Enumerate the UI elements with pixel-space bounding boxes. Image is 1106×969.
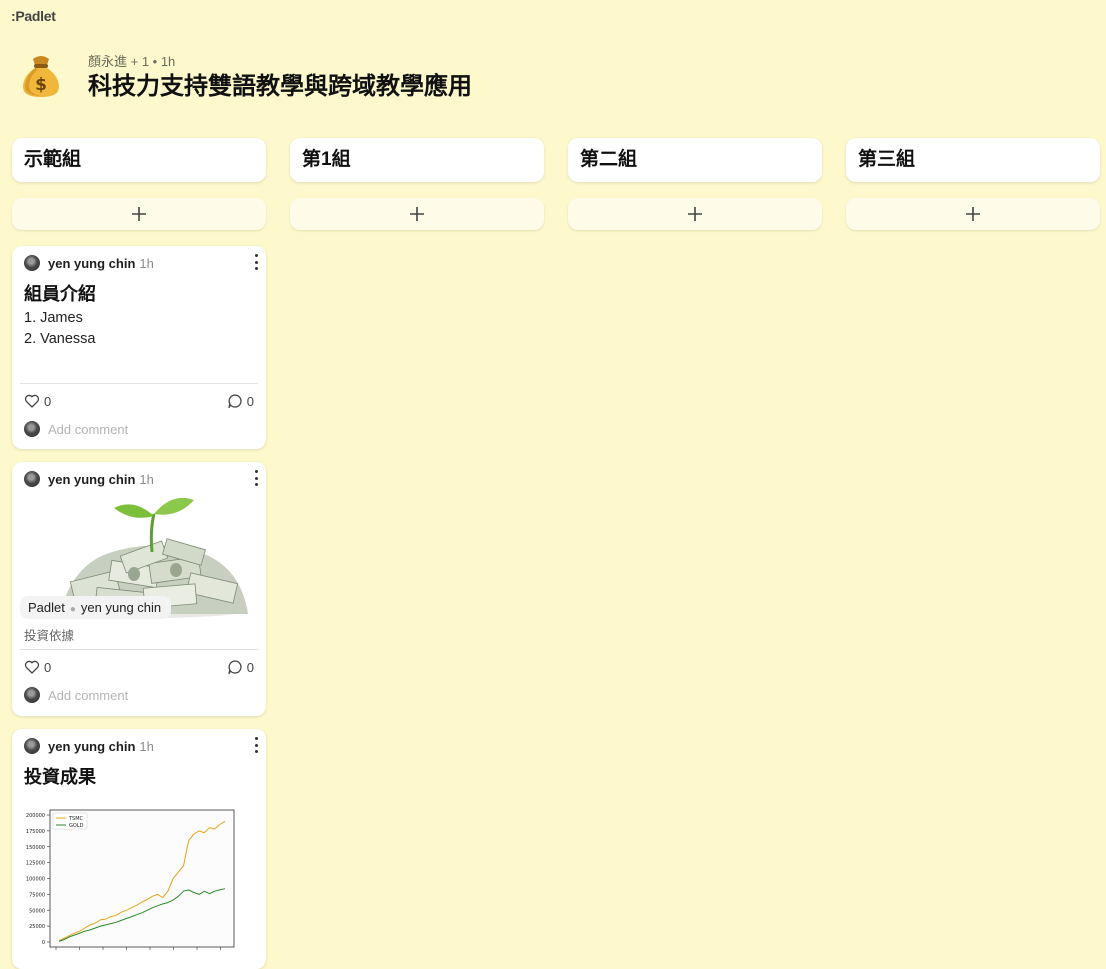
y-tick-label: 100000 (26, 877, 45, 883)
post-time: 1h (139, 738, 154, 754)
post-time: 1h (139, 255, 154, 271)
add-comment-row (24, 687, 228, 703)
avatar (24, 738, 40, 754)
like-count: 0 (44, 659, 52, 675)
body-line: 1. James (24, 310, 83, 326)
heart-icon (24, 394, 40, 408)
more-options-icon[interactable] (252, 254, 260, 270)
comment-button[interactable]: 0 (227, 393, 254, 409)
author-name: yen yung chin (48, 471, 136, 487)
post-body: 1. James 2. Vanessa (24, 308, 95, 350)
plus-icon (132, 207, 146, 221)
y-tick-label: 150000 (26, 845, 45, 851)
heart-icon (24, 660, 40, 674)
padlet-logo[interactable]: :Padlet (11, 8, 56, 24)
avatar (24, 421, 40, 437)
add-post-button-0[interactable] (12, 198, 266, 230)
post-title: 投資成果 (24, 767, 96, 787)
divider (20, 383, 258, 384)
post-card[interactable]: yen yung chin 1h 組員介紹 1. James 2. Vaness… (12, 246, 266, 449)
add-post-button-2[interactable] (568, 198, 822, 230)
add-comment-row (24, 421, 228, 437)
post-author-row: yen yung chin 1h (24, 737, 154, 755)
avatar (24, 687, 40, 703)
author-name: yen yung chin (48, 738, 136, 754)
plus-icon (410, 207, 424, 221)
comment-icon (228, 394, 242, 409)
column-header-2[interactable]: 第二組 (568, 138, 822, 182)
y-tick-label: 50000 (29, 908, 45, 914)
y-tick-label: 125000 (26, 861, 45, 867)
post-caption: 投資依據 (24, 629, 75, 643)
divider (20, 649, 258, 650)
post-author-row: yen yung chin 1h (24, 470, 154, 488)
column-header-0[interactable]: 示範組 (12, 138, 266, 182)
column-header-3[interactable]: 第三組 (846, 138, 1100, 182)
y-tick-label: 175000 (26, 829, 45, 835)
legend-label: TSMC (68, 816, 84, 822)
comment-button[interactable]: 0 (227, 659, 254, 675)
avatar (24, 471, 40, 487)
add-post-button-1[interactable] (290, 198, 544, 230)
money-bag-icon: $ (20, 50, 62, 100)
post-title: 組員介紹 (24, 284, 96, 304)
like-count: 0 (44, 393, 52, 409)
svg-text:$: $ (35, 75, 47, 95)
y-tick-label: 200000 (26, 813, 45, 819)
y-tick-label: 75000 (29, 892, 45, 898)
like-button[interactable]: 0 (24, 659, 51, 675)
y-tick-label: 0 (42, 940, 45, 946)
add-comment-input[interactable] (48, 687, 228, 703)
comment-icon (228, 660, 242, 675)
board-title: 科技力支持雙語教學與跨域教學應用 (88, 73, 472, 100)
comment-count: 0 (246, 659, 254, 675)
add-post-button-3[interactable] (846, 198, 1100, 230)
attachment-source-chip: Padlet ● yen yung chin (20, 596, 172, 619)
body-line: 2. Vanessa (24, 331, 96, 347)
avatar (24, 255, 40, 271)
attachment-author: yen yung chin (80, 600, 162, 615)
comment-count: 0 (246, 393, 254, 409)
investment-chart[interactable]: 200000 175000 150000 125000 100000 75000 50000… (22, 806, 236, 956)
post-card[interactable]: yen yung chin 1h Padlet ● yen yung chin 投資… (12, 462, 266, 716)
y-tick-label: 25000 (29, 924, 45, 930)
more-options-icon[interactable] (252, 737, 260, 753)
post-card[interactable]: yen yung chin 1h 投資成果 200000 175000 150000… (12, 729, 266, 969)
plus-icon (966, 207, 980, 221)
author-name: yen yung chin (48, 255, 136, 271)
post-time: 1h (139, 471, 154, 487)
more-options-icon[interactable] (252, 470, 260, 486)
legend-label: GOLD (69, 823, 84, 829)
plus-icon (688, 207, 702, 221)
column-header-1[interactable]: 第1組 (290, 138, 544, 182)
add-comment-input[interactable] (48, 421, 228, 437)
attachment-source: Padlet (28, 600, 65, 615)
like-button[interactable]: 0 (24, 393, 51, 409)
post-author-row: yen yung chin 1h (24, 254, 154, 272)
